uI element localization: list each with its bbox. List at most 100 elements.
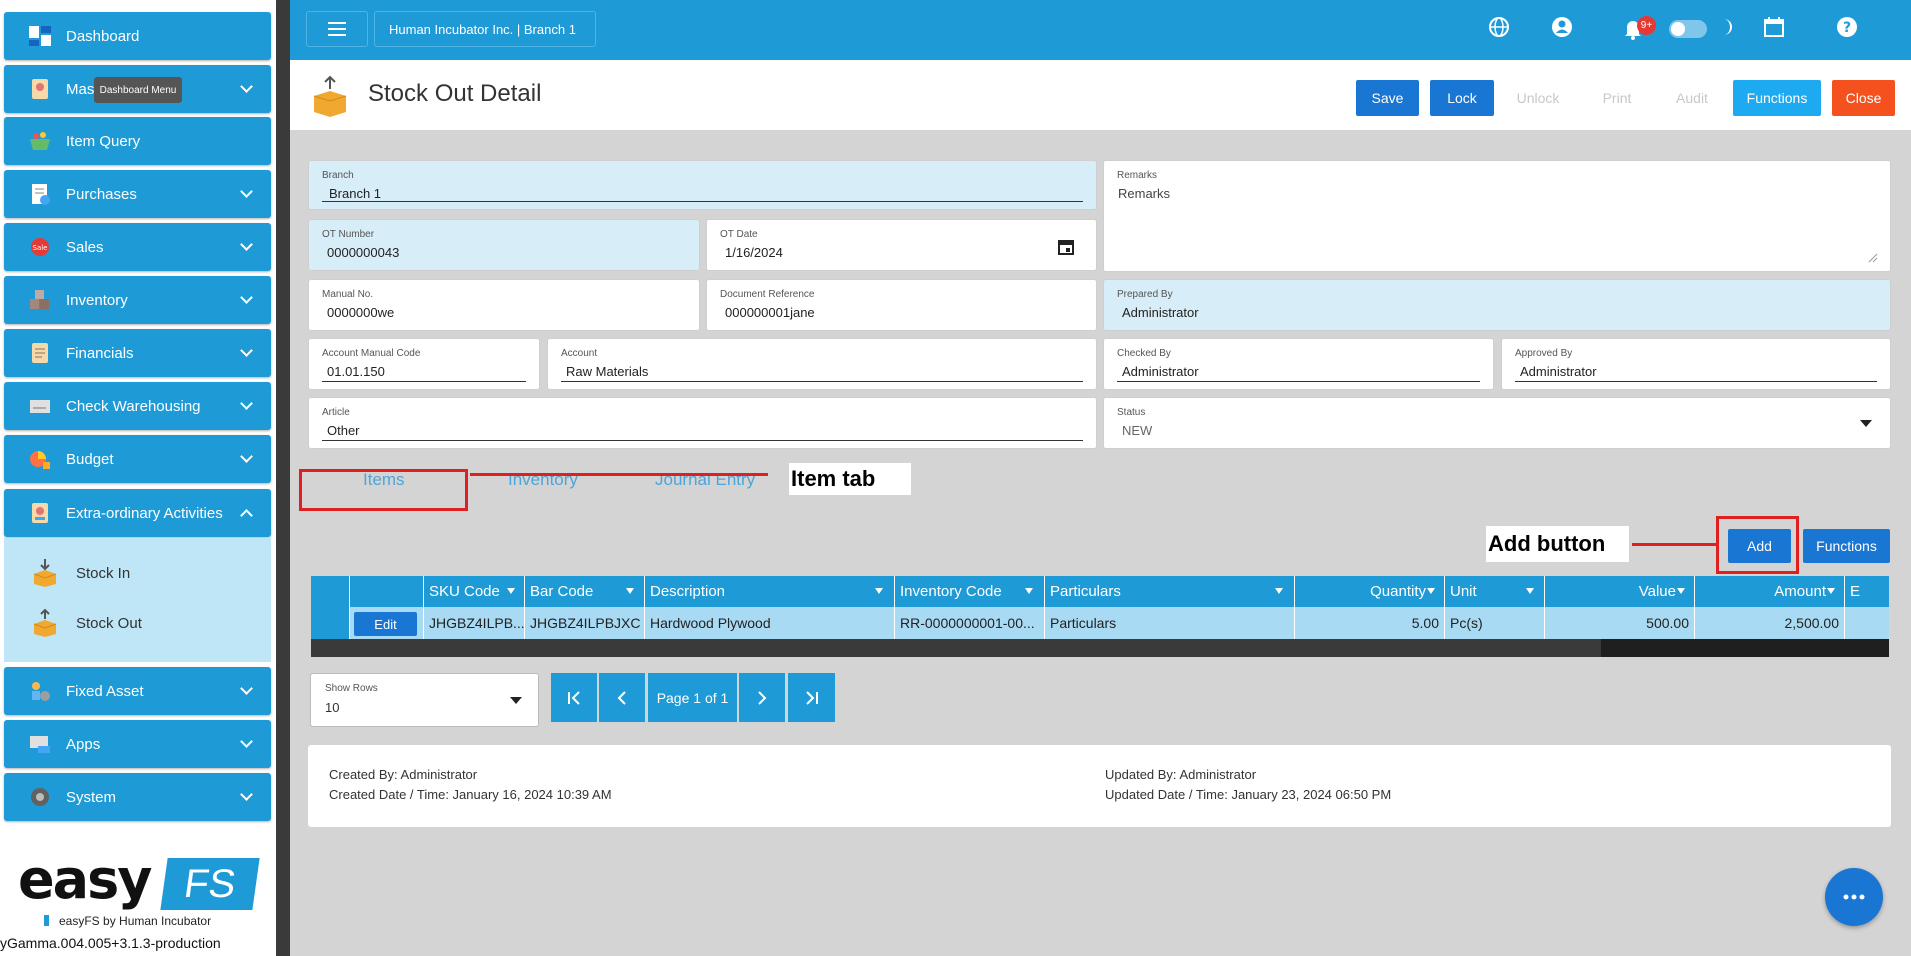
branch-field[interactable]: Branch Branch 1 (308, 160, 1097, 210)
branch-selector[interactable]: Human Incubator Inc. | Branch 1 (374, 11, 596, 47)
annotation-item-tab-line (470, 473, 768, 476)
globe-icon[interactable] (1486, 14, 1512, 40)
grid-functions-button[interactable]: Functions (1803, 529, 1890, 563)
audit-button[interactable]: Audit (1660, 80, 1724, 116)
chevron-down-icon (240, 185, 253, 198)
svg-text:?: ? (1843, 20, 1851, 36)
prepared-by-field[interactable]: Prepared By Administrator (1103, 279, 1891, 331)
horizontal-scrollbar[interactable] (311, 639, 1889, 657)
sidebar-item-financials[interactable]: Financials (4, 329, 271, 377)
submenu-item-stock-in[interactable]: Stock In (30, 558, 130, 588)
column-header-amount[interactable]: Amount (1694, 576, 1844, 607)
edit-row-button[interactable]: Edit (354, 612, 417, 636)
hamburger-icon (328, 22, 346, 36)
column-header-value[interactable]: Value (1544, 576, 1694, 607)
status-select[interactable]: Status NEW (1103, 397, 1891, 449)
sidebar-item-system[interactable]: System (4, 773, 271, 821)
row-selector[interactable] (311, 607, 349, 639)
logo-tagline: easyFS by Human Incubator (44, 914, 211, 928)
sidebar-item-apps[interactable]: Apps (4, 720, 271, 768)
submenu-item-label: Stock Out (76, 614, 142, 632)
last-page-button[interactable] (788, 673, 835, 722)
add-item-button[interactable]: Add (1728, 529, 1791, 563)
filter-icon[interactable] (1427, 588, 1435, 594)
sidebar-item-extraordinary-activities[interactable]: Extra-ordinary Activities (4, 489, 271, 537)
column-header-extra[interactable]: E (1844, 576, 1889, 607)
account-field[interactable]: Account Raw Materials (547, 338, 1097, 390)
scrollbar-thumb[interactable] (1601, 639, 1889, 657)
row-actions-cell: Edit (349, 607, 423, 639)
sidebar-item-check-warehousing[interactable]: Check Warehousing (4, 382, 271, 430)
previous-page-button[interactable] (599, 673, 645, 722)
manual-no-field[interactable]: Manual No. 0000000we (308, 279, 700, 331)
cell-extra (1844, 607, 1889, 639)
column-header-particulars[interactable]: Particulars (1044, 576, 1294, 607)
help-icon[interactable]: ? (1834, 14, 1860, 40)
master-data-icon (26, 77, 54, 101)
sidebar-item-inventory[interactable]: Inventory (4, 276, 271, 324)
created-by-text: Created By: Administrator (329, 767, 478, 782)
sidebar-item-fixed-asset[interactable]: Fixed Asset (4, 667, 271, 715)
apps-icon (26, 732, 54, 756)
column-header-sku[interactable]: SKU Code (423, 576, 518, 607)
filter-icon[interactable] (507, 588, 515, 594)
cell-inventory-code: RR-0000000001-00... (894, 607, 1044, 639)
submenu-extraordinary: Stock In Stock Out (4, 538, 271, 662)
next-page-button[interactable] (739, 673, 785, 722)
sidebar-item-label: Dashboard (66, 27, 140, 45)
more-actions-fab[interactable] (1825, 868, 1883, 926)
column-header-inventory-code[interactable]: Inventory Code (894, 576, 1044, 607)
chevron-down-icon (240, 682, 253, 695)
first-page-button[interactable] (551, 673, 597, 722)
filter-icon[interactable] (1827, 588, 1835, 594)
chevron-down-icon (240, 450, 253, 463)
grid-header: SKU Code SKU Code Bar Code Description I… (311, 576, 1889, 607)
ot-date-field[interactable]: OT Date 1/16/2024 (706, 219, 1097, 271)
stock-out-box-icon (310, 74, 350, 123)
theme-toggle[interactable] (1669, 20, 1707, 38)
filter-icon[interactable] (1275, 588, 1283, 594)
functions-button[interactable]: Functions (1733, 80, 1821, 116)
updated-by-text: Updated By: Administrator (1105, 767, 1257, 782)
print-button[interactable]: Print (1585, 80, 1649, 116)
lock-button[interactable]: Lock (1430, 80, 1494, 116)
document-reference-field[interactable]: Document Reference 000000001jane (706, 279, 1097, 331)
last-page-icon (805, 690, 818, 705)
remarks-field[interactable]: Remarks Remarks (1103, 160, 1891, 272)
article-field[interactable]: Article Other (308, 397, 1097, 449)
chevron-left-icon (617, 690, 626, 705)
show-rows-select[interactable]: Show Rows 10 (310, 673, 539, 727)
close-button[interactable]: Close (1832, 80, 1895, 116)
table-row[interactable]: Edit JHGBZ4ILPB... JHGBZ4ILPBJXC Hardwoo… (311, 607, 1889, 639)
ot-number-field[interactable]: OT Number 0000000043 (308, 219, 700, 271)
sidebar-item-item-query[interactable]: Item Query (4, 117, 271, 165)
chevron-down-icon (240, 788, 253, 801)
check-icon (26, 394, 54, 418)
filter-icon[interactable] (1677, 588, 1685, 594)
checked-by-field[interactable]: Checked By Administrator (1103, 338, 1494, 390)
account-manual-code-field[interactable]: Account Manual Code 01.01.150 (308, 338, 540, 390)
sale-tag-icon: Sale (26, 235, 54, 259)
submenu-item-stock-out[interactable]: Stock Out (30, 608, 142, 638)
resize-handle-icon[interactable] (1868, 253, 1878, 263)
sidebar-item-budget[interactable]: Budget (4, 435, 271, 483)
column-header-description[interactable]: Description (644, 576, 894, 607)
cell-quantity: 5.00 (1294, 607, 1444, 639)
calendar-icon[interactable] (1761, 14, 1787, 40)
save-button[interactable]: Save (1356, 80, 1419, 116)
sidebar-item-dashboard[interactable]: Dashboard (4, 12, 271, 60)
filter-icon[interactable] (1526, 588, 1534, 594)
hamburger-menu-button[interactable] (306, 11, 368, 47)
approved-by-field[interactable]: Approved By Administrator (1501, 338, 1891, 390)
column-header-quantity[interactable]: Quantity (1294, 576, 1444, 607)
filter-icon[interactable] (626, 588, 634, 594)
sidebar-item-sales[interactable]: Sale Sales (4, 223, 271, 271)
filter-icon[interactable] (1025, 588, 1033, 594)
account-icon[interactable] (1549, 14, 1575, 40)
dashboard-icon (26, 24, 54, 48)
filter-icon[interactable] (875, 588, 883, 594)
sidebar-item-purchases[interactable]: Purchases (4, 170, 271, 218)
calendar-icon[interactable] (1058, 238, 1074, 255)
column-header-bar-code[interactable]: Bar Code (524, 576, 619, 607)
unlock-button[interactable]: Unlock (1506, 80, 1570, 116)
